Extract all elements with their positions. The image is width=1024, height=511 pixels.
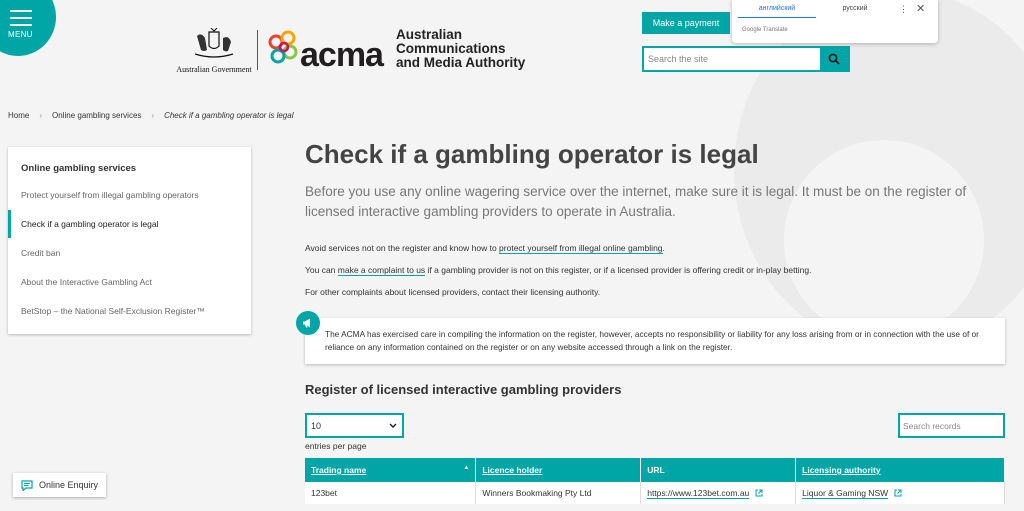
cell-licence-holder: Winners Bookmaking Pty Ltd	[475, 482, 642, 504]
external-link-icon	[894, 489, 902, 497]
search-button[interactable]	[820, 48, 848, 70]
column-header-label: Trading name	[311, 465, 367, 475]
site-search-input[interactable]	[644, 48, 822, 70]
chevron-right-icon: ›	[151, 111, 155, 120]
column-header-trading-name[interactable]: Trading name ▲	[305, 458, 477, 482]
table-row: 123bet Winners Bookmaking Pty Ltd https:…	[305, 482, 1005, 504]
sidebar-item-credit-ban[interactable]: Credit ban	[8, 239, 251, 267]
chevron-right-icon: ›	[39, 111, 43, 120]
records-search	[898, 413, 1005, 438]
language-tabs: английский русский	[738, 4, 894, 18]
protect-yourself-link[interactable]: protect yourself from illegal online gam…	[499, 243, 663, 254]
sidebar-item-betstop[interactable]: BetStop – the National Self-Exclusion Re…	[8, 297, 251, 325]
paragraph-other-complaints: For other complaints about licensed prov…	[305, 287, 601, 297]
breadcrumb: Home › Online gambling services › Check …	[8, 111, 293, 120]
column-header-label: URL	[647, 465, 665, 475]
disclaimer-box: The ACMA has exercised care in compiling…	[296, 311, 1005, 364]
google-translate-popup: английский русский ⋮ ✕ Google Translate	[732, 0, 938, 43]
coat-of-arms-icon	[194, 27, 234, 58]
entries-per-page-label: entries per page	[305, 441, 367, 451]
records-search-input[interactable]	[900, 415, 1003, 436]
paragraph-text: Avoid services not on the register and k…	[305, 243, 500, 253]
licensing-authority-link[interactable]: Liquor & Gaming NSW	[802, 488, 889, 499]
breadcrumb-current: Check if a gambling operator is legal	[164, 111, 294, 120]
search-icon	[828, 53, 840, 65]
online-enquiry-button[interactable]: Online Enquiry	[13, 473, 106, 497]
acma-wordmark: acma	[300, 36, 384, 74]
sidebar-item-interactive-gambling-act[interactable]: About the Interactive Gambling Act	[8, 268, 251, 296]
breadcrumb-online-gambling[interactable]: Online gambling services	[52, 111, 141, 120]
lead-paragraph: Before you use any online wagering servi…	[305, 184, 967, 219]
paragraph-avoid-services: Avoid services not on the register and k…	[305, 243, 665, 254]
paragraph-text: You can	[305, 265, 338, 275]
tab-russian[interactable]: русский	[816, 4, 894, 18]
government-logo-text: Australian Government	[176, 65, 252, 74]
sidebar-item-protect-yourself[interactable]: Protect yourself from illegal gambling o…	[8, 181, 251, 209]
column-header-licence-holder[interactable]: Licence holder	[475, 458, 642, 482]
hamburger-icon	[10, 10, 32, 31]
register-table: Trading name ▲ Licence holder URL Licens…	[305, 458, 1005, 504]
operator-url-link[interactable]: https://www.123bet.com.au	[647, 488, 750, 499]
make-payment-button[interactable]: Make a payment	[642, 12, 730, 34]
acma-name-line: Australian	[396, 27, 463, 42]
acma-logo-icon[interactable]	[266, 30, 302, 70]
cell-url: https://www.123bet.com.au	[640, 482, 797, 504]
breadcrumb-home[interactable]: Home	[8, 111, 29, 120]
entries-value: 10	[311, 420, 322, 431]
make-complaint-link[interactable]: make a complaint to us	[337, 265, 426, 276]
sidebar-nav: Online gambling services Protect yoursel…	[8, 147, 251, 334]
paragraph-text: if a gambling provider is not on this re…	[425, 265, 812, 275]
paragraph-complaint: You can make a complaint to us if a gamb…	[305, 265, 812, 276]
column-header-label: Licence holder	[482, 465, 543, 475]
column-header-label: Licensing authority	[802, 465, 881, 475]
column-header-licensing-authority[interactable]: Licensing authority	[795, 458, 1005, 482]
megaphone-icon	[296, 311, 320, 335]
more-options-icon[interactable]: ⋮	[899, 4, 908, 15]
table-header-row: Trading name ▲ Licence holder URL Licens…	[305, 458, 1005, 482]
background-decoration-inner	[784, 140, 984, 340]
chat-icon	[21, 479, 33, 491]
sidebar-item-check-operator[interactable]: Check if a gambling operator is legal	[8, 210, 251, 238]
close-icon[interactable]: ✕	[916, 2, 925, 15]
site-search	[642, 46, 850, 72]
acma-full-name: Australian Communications and Media Auth…	[396, 28, 525, 70]
tab-english[interactable]: английский	[738, 4, 816, 18]
chevron-down-icon	[389, 423, 397, 428]
acma-name-line: Communications	[396, 41, 506, 56]
cell-trading-name: 123bet	[305, 482, 477, 504]
external-link-icon	[755, 489, 763, 497]
australian-government-logo[interactable]: Australian Government	[174, 27, 254, 74]
sidebar-title: Online gambling services	[21, 163, 137, 174]
online-enquiry-label: Online Enquiry	[39, 480, 99, 490]
disclaimer-text: The ACMA has exercised care in compiling…	[325, 329, 979, 352]
column-header-url: URL	[640, 458, 797, 482]
register-title: Register of licensed interactive gamblin…	[305, 382, 622, 397]
acma-name-line: and Media Authority	[396, 55, 526, 70]
paragraph-text: .	[662, 243, 665, 253]
sort-ascending-icon: ▲	[463, 465, 470, 471]
logo-divider	[257, 30, 258, 70]
menu-label: MENU	[8, 30, 33, 39]
entries-per-page-select[interactable]: 10	[305, 413, 404, 438]
page-title: Check if a gambling operator is legal	[305, 139, 759, 169]
cell-licensing-authority: Liquor & Gaming NSW	[795, 482, 1005, 504]
google-translate-brand: Google Translate	[742, 27, 788, 33]
